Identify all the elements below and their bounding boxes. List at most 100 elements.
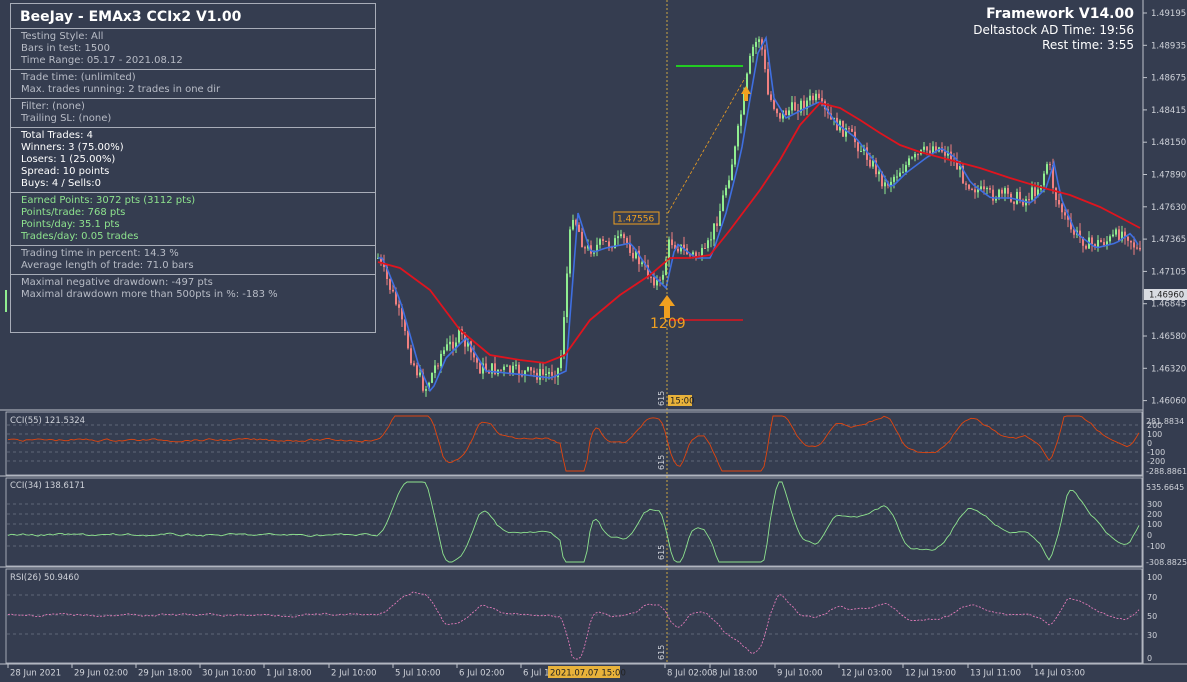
candle bbox=[539, 369, 541, 380]
candle bbox=[503, 366, 505, 370]
candle bbox=[1085, 245, 1087, 249]
candle bbox=[803, 100, 805, 109]
stats-section-1: Trade time: (unlimited) Max. trades runni… bbox=[11, 69, 375, 98]
candle bbox=[749, 56, 751, 74]
stat-line: Earned Points: 3072 pts (3112 pts) bbox=[21, 195, 196, 206]
candle bbox=[968, 184, 970, 189]
candle bbox=[1118, 229, 1120, 241]
stat-line: Max. trades running: 2 trades in one dir bbox=[21, 84, 221, 95]
cci34-min-label: -308.8825 bbox=[1146, 558, 1187, 567]
candle bbox=[617, 236, 619, 239]
stat-line: Testing Style: All bbox=[21, 31, 104, 42]
candle bbox=[737, 125, 739, 147]
candle bbox=[944, 151, 946, 156]
cci34-max-label: 535.6645 bbox=[1146, 483, 1184, 492]
candle bbox=[1031, 187, 1033, 200]
price-tick-label: 1.48935 bbox=[1151, 41, 1186, 51]
candle bbox=[884, 182, 886, 187]
price-tick-label: 1.47630 bbox=[1151, 203, 1186, 213]
candle bbox=[545, 373, 547, 375]
cci55-label: CCI(55) 121.5324 bbox=[10, 416, 86, 426]
candle bbox=[449, 341, 451, 345]
candle bbox=[878, 171, 880, 175]
candle bbox=[719, 210, 721, 226]
candle bbox=[980, 186, 982, 190]
price-tick-label: 1.48415 bbox=[1151, 106, 1186, 116]
candle bbox=[632, 252, 634, 259]
candle bbox=[398, 304, 400, 308]
stats-section-2: Filter: (none) Trailing SL: (none) bbox=[11, 98, 375, 127]
price-tick-label: 1.48675 bbox=[1151, 74, 1186, 84]
vline-label: 615 bbox=[657, 455, 666, 470]
candle bbox=[566, 273, 568, 318]
rsi-tick-label: 100 bbox=[1147, 573, 1162, 582]
stat-line: Losers: 1 (25.00%) bbox=[21, 154, 116, 165]
candle bbox=[731, 164, 733, 181]
candle bbox=[1019, 191, 1021, 200]
candle bbox=[929, 150, 931, 154]
candle bbox=[653, 277, 655, 286]
candle bbox=[602, 239, 604, 241]
candle bbox=[1043, 173, 1045, 186]
candle bbox=[740, 114, 742, 126]
candle bbox=[923, 146, 925, 150]
date-tick-label: 2 Jul 10:00 bbox=[331, 669, 377, 679]
candle bbox=[971, 188, 973, 190]
candle bbox=[716, 223, 718, 226]
candle bbox=[764, 49, 766, 70]
date-tick-label: 8 Jul 02:00 bbox=[667, 669, 713, 679]
date-tick-label: 13 Jul 11:00 bbox=[970, 669, 1021, 679]
rsi-tick-label: 0 bbox=[1147, 654, 1152, 663]
vline-time-label: 15:00 bbox=[670, 397, 695, 407]
cci34-line bbox=[7, 481, 1140, 563]
candle bbox=[500, 369, 502, 371]
candle bbox=[710, 239, 712, 241]
price-tick-label: 1.49195 bbox=[1151, 9, 1186, 19]
candle bbox=[791, 102, 793, 111]
candle bbox=[848, 128, 850, 130]
trade-connector bbox=[667, 77, 746, 214]
cci55-tick-label: 100 bbox=[1147, 430, 1162, 439]
candle bbox=[446, 344, 448, 351]
stat-line: Trailing SL: (none) bbox=[21, 113, 112, 124]
candle bbox=[893, 176, 895, 182]
candle bbox=[1001, 189, 1003, 194]
price-tick-label: 1.46320 bbox=[1151, 364, 1186, 374]
candle bbox=[581, 231, 583, 248]
vline-label: 615 bbox=[657, 391, 666, 406]
candle bbox=[725, 187, 727, 196]
stat-line: Bars in test: 1500 bbox=[21, 43, 110, 54]
candle bbox=[407, 330, 409, 349]
candle bbox=[908, 158, 910, 166]
candle bbox=[530, 367, 532, 371]
ema-slow-line bbox=[377, 101, 1141, 364]
cci34-tick-label: 300 bbox=[1147, 500, 1162, 509]
candle bbox=[1139, 247, 1141, 250]
candle bbox=[533, 370, 535, 373]
candle bbox=[734, 146, 736, 165]
candle bbox=[458, 329, 460, 343]
cci34-tick-label: 200 bbox=[1147, 510, 1162, 519]
date-tick-label: 28 Jun 2021 bbox=[10, 669, 61, 679]
cci34-tick-label: 100 bbox=[1147, 520, 1162, 529]
candle bbox=[785, 110, 787, 116]
candle bbox=[713, 223, 715, 240]
candle bbox=[707, 240, 709, 249]
price-tick-label: 1.47365 bbox=[1151, 235, 1186, 245]
candle bbox=[677, 248, 679, 252]
candle bbox=[758, 39, 760, 42]
candle bbox=[911, 157, 913, 159]
candle bbox=[899, 172, 901, 177]
candle bbox=[605, 240, 607, 242]
candle bbox=[1055, 187, 1057, 201]
candle bbox=[569, 229, 571, 274]
rsi-tick-label: 70 bbox=[1147, 593, 1157, 602]
date-cursor-label: 2021.07.07 15:00 bbox=[550, 669, 626, 679]
stats-section-4: Earned Points: 3072 pts (3112 pts) Points… bbox=[11, 192, 375, 245]
trade-points-label: 1209 bbox=[650, 316, 686, 332]
candle bbox=[776, 108, 778, 114]
trading-chart-window[interactable]: 1.49195 1.48935 1.48675 1.48415 1.48150 1.478… bbox=[0, 0, 1187, 682]
candle bbox=[1007, 188, 1009, 194]
candle bbox=[1016, 191, 1018, 204]
price-tick-label: 1.48150 bbox=[1151, 138, 1186, 148]
